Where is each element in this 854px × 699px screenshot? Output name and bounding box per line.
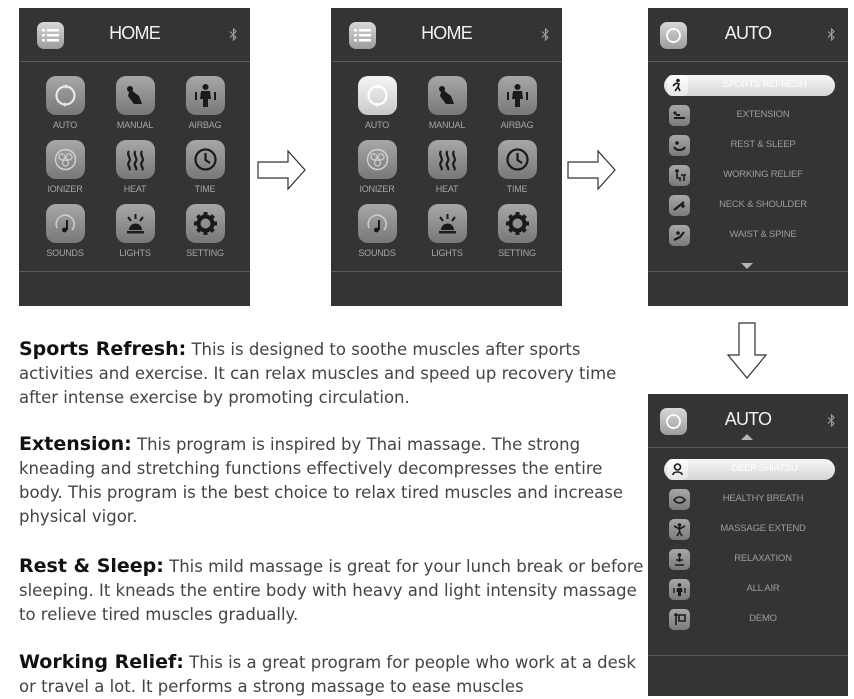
- auto-cycle-icon: [357, 76, 397, 115]
- bluetooth-icon: [541, 27, 550, 46]
- sound-note-icon: [45, 204, 85, 243]
- auto-tile-selected[interactable]: AUTO: [345, 76, 409, 130]
- home-screen-auto-selected: HOME AUTO MANUAL AIRBAG IONIZER HEAT TIM…: [331, 8, 562, 306]
- hand-pointer-icon: [427, 76, 467, 115]
- heat-waves-icon: [115, 140, 155, 179]
- gear-icon: [185, 204, 225, 243]
- air-body-icon: [669, 579, 690, 600]
- term: Sports Refresh:: [19, 338, 187, 360]
- airbag-body-icon: [497, 76, 537, 115]
- gear-icon: [497, 204, 537, 243]
- airbag-tile[interactable]: AIRBAG: [173, 76, 237, 130]
- auto-cycle-icon: [45, 76, 85, 115]
- desk-worker-icon: [669, 165, 690, 186]
- airbag-body-icon: [185, 76, 225, 115]
- bluetooth-icon: [229, 27, 238, 46]
- scroll-down-icon[interactable]: [741, 257, 753, 275]
- neck-massage-icon: [669, 195, 690, 216]
- heat-waves-icon: [427, 140, 467, 179]
- sound-note-icon: [357, 204, 397, 243]
- ionizer-tile[interactable]: IONIZER: [33, 140, 97, 194]
- airbag-tile[interactable]: AIRBAG: [485, 76, 549, 130]
- shiatsu-icon: [667, 459, 688, 480]
- program-item-relaxation[interactable]: RELAXATION: [666, 549, 830, 570]
- bluetooth-icon: [827, 27, 836, 46]
- term: Rest & Sleep:: [19, 555, 164, 577]
- heat-tile[interactable]: HEAT: [103, 140, 167, 194]
- clock-icon: [497, 140, 537, 179]
- clock-icon: [185, 140, 225, 179]
- meditation-icon: [669, 549, 690, 570]
- program-item-extension[interactable]: EXTENSION: [666, 105, 830, 126]
- program-item-neck-shoulder[interactable]: NECK & SHOULDER: [666, 195, 830, 216]
- heat-tile[interactable]: HEAT: [415, 140, 479, 194]
- time-tile[interactable]: TIME: [485, 140, 549, 194]
- screen-header: HOME: [331, 8, 562, 62]
- lamp-icon: [427, 204, 467, 243]
- auto-tile[interactable]: AUTO: [33, 76, 97, 130]
- program-item-healthy-breath[interactable]: HEALTHY BREATH: [666, 489, 830, 510]
- screen-title: HOME: [421, 23, 473, 43]
- spine-massage-icon: [669, 225, 690, 246]
- manual-tile[interactable]: MANUAL: [415, 76, 479, 130]
- auto-program-list-page-2: AUTO DEEP SHIATSU HEALTHY BREATH MASSAGE…: [648, 394, 848, 696]
- program-item-all-air[interactable]: ALL AIR: [666, 579, 830, 600]
- term: Extension:: [19, 433, 132, 455]
- scroll-up-icon[interactable]: [741, 427, 753, 445]
- hand-pointer-icon: [115, 76, 155, 115]
- home-screen: HOME AUTO MANUAL AIRBAG IONIZER HEAT TIM…: [19, 8, 250, 306]
- arrow-right-icon: [567, 149, 617, 195]
- setting-tile[interactable]: SETTING: [173, 204, 237, 258]
- ionizer-tile[interactable]: IONIZER: [345, 140, 409, 194]
- presenter-icon: [669, 609, 690, 630]
- description-working-relief: Working Relief: This is a great program …: [19, 650, 649, 699]
- screen-header: HOME: [19, 8, 250, 62]
- breath-icon: [669, 489, 690, 510]
- sounds-tile[interactable]: SOUNDS: [345, 204, 409, 258]
- ionizer-icon: [45, 140, 85, 179]
- time-tile[interactable]: TIME: [173, 140, 237, 194]
- screen-title: HOME: [109, 23, 161, 43]
- sounds-tile[interactable]: SOUNDS: [33, 204, 97, 258]
- description-extension: Extension: This program is inspired by T…: [19, 432, 649, 529]
- program-item-demo[interactable]: DEMO: [666, 609, 830, 630]
- program-item-rest-sleep[interactable]: REST & SLEEP: [666, 135, 830, 156]
- lights-tile[interactable]: LIGHTS: [103, 204, 167, 258]
- arrow-down-icon: [726, 322, 768, 384]
- description-rest-sleep: Rest & Sleep: This mild massage is great…: [19, 554, 649, 627]
- bluetooth-icon: [827, 413, 836, 432]
- description-sports-refresh: Sports Refresh: This is designed to soot…: [19, 337, 649, 410]
- manual-tile[interactable]: MANUAL: [103, 76, 167, 130]
- extend-body-icon: [669, 519, 690, 540]
- screen-header: AUTO: [648, 8, 848, 62]
- ionizer-icon: [357, 140, 397, 179]
- program-item-working-relief[interactable]: WORKING RELIEF: [666, 165, 830, 186]
- program-item-sports-refresh[interactable]: SPORTS REFRESH: [664, 75, 835, 96]
- lamp-icon: [115, 204, 155, 243]
- arrow-right-icon: [257, 149, 307, 195]
- stretch-icon: [669, 105, 690, 126]
- setting-tile[interactable]: SETTING: [485, 204, 549, 258]
- term: Working Relief:: [19, 651, 184, 673]
- auto-program-list-page-1: AUTO SPORTS REFRESH EXTENSION REST & SLE…: [648, 8, 848, 306]
- lights-tile[interactable]: LIGHTS: [415, 204, 479, 258]
- program-item-massage-extend[interactable]: MASSAGE EXTEND: [666, 519, 830, 540]
- sleep-icon: [669, 135, 690, 156]
- runner-icon: [667, 75, 688, 96]
- program-item-deep-shiatsu[interactable]: DEEP SHIATSU: [664, 459, 835, 480]
- screen-title: AUTO: [724, 23, 772, 43]
- program-item-waist-spine[interactable]: WAIST & SPINE: [666, 225, 830, 246]
